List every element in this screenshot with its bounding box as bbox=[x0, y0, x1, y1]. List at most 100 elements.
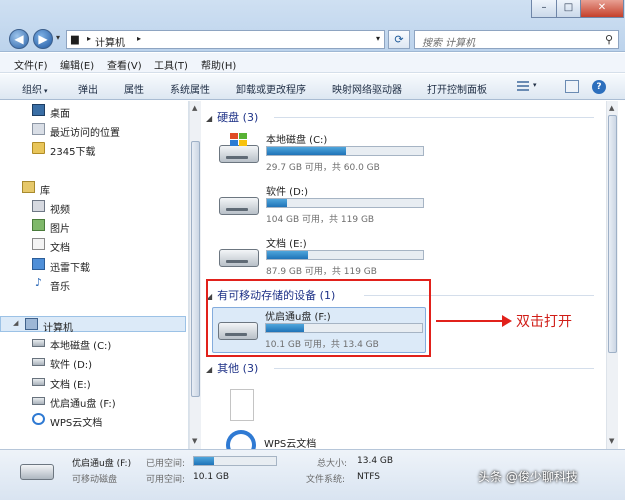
sidebar-item-recent[interactable]: 最近访问的位置 bbox=[0, 122, 186, 139]
uninstall-program-button[interactable]: 卸载或更改程序 bbox=[236, 81, 306, 96]
history-dropdown-icon[interactable]: ▾ bbox=[56, 33, 60, 42]
group-header-other[interactable]: ◢ 其他 (3) bbox=[206, 360, 258, 376]
scrollbar-thumb[interactable] bbox=[191, 141, 200, 397]
scrollbar-thumb[interactable] bbox=[608, 115, 617, 353]
drive-name: 软件 (D:) bbox=[266, 187, 309, 198]
annotation-text: 双击打开 bbox=[516, 314, 572, 330]
sidebar-item-libraries[interactable]: 库 bbox=[0, 180, 186, 197]
sidebar-item-2345-download[interactable]: 2345下载 bbox=[0, 141, 186, 158]
eject-button[interactable]: 弹出 bbox=[78, 81, 98, 96]
sidebar-item-thunder-download[interactable]: 迅雷下载 bbox=[0, 257, 186, 274]
sidebar-item-drive-d[interactable]: 软件 (D:) bbox=[0, 354, 186, 371]
forward-button[interactable]: ▶ bbox=[33, 29, 53, 49]
wps-cloud-logo-icon[interactable] bbox=[226, 430, 256, 449]
content-scrollbar[interactable]: ▲ ▼ bbox=[606, 101, 618, 449]
status-total-label: 总大小: bbox=[317, 459, 348, 469]
sidebar-item-label: 文档 bbox=[50, 243, 70, 254]
sidebar-item-drive-c[interactable]: 本地磁盘 (C:) bbox=[0, 335, 186, 352]
wps-cloud-item-label[interactable]: WPS云文档 bbox=[264, 435, 316, 449]
menu-help[interactable]: 帮助(H) bbox=[201, 57, 236, 72]
sidebar-item-videos[interactable]: 视频 bbox=[0, 199, 186, 216]
search-icon[interactable]: ⚲ bbox=[605, 33, 613, 46]
status-total-value: 13.4 GB bbox=[357, 456, 394, 466]
sidebar-item-music[interactable]: ♪ 音乐 bbox=[0, 276, 186, 293]
collapse-arrow-icon[interactable]: ◢ bbox=[206, 365, 212, 374]
recent-places-icon bbox=[32, 123, 45, 135]
menu-file[interactable]: 文件(F) bbox=[14, 57, 48, 72]
map-network-drive-button[interactable]: 映射网络驱动器 bbox=[332, 81, 402, 96]
group-header-hard-drives[interactable]: ◢ 硬盘 (3) bbox=[206, 109, 258, 125]
address-bar[interactable]: ▆ ▸ 计算机 ▸ ▾ bbox=[66, 30, 385, 49]
open-control-panel-button[interactable]: 打开控制面板 bbox=[427, 81, 487, 96]
preview-pane-icon[interactable] bbox=[565, 80, 579, 93]
sidebar-item-documents[interactable]: 文档 bbox=[0, 237, 186, 254]
close-button[interactable]: ✕ bbox=[581, 0, 623, 17]
view-dropdown-icon[interactable]: ▾ bbox=[533, 81, 537, 89]
sidebar-scrollbar[interactable]: ▲ ▼ bbox=[189, 101, 201, 449]
status-usage-bar bbox=[193, 456, 277, 466]
sidebar-item-label: 迅雷下载 bbox=[50, 263, 90, 274]
menu-tools[interactable]: 工具(T) bbox=[154, 57, 188, 72]
system-properties-button[interactable]: 系统属性 bbox=[170, 81, 210, 96]
change-view-icon[interactable] bbox=[517, 81, 529, 92]
drive-item-e[interactable]: 文档 (E:) 87.9 GB 可用，共 119 GB bbox=[214, 235, 434, 279]
scroll-down-icon[interactable]: ▼ bbox=[609, 437, 614, 445]
folder-icon bbox=[32, 142, 45, 154]
minimize-button[interactable]: – bbox=[532, 0, 557, 17]
drive-space-info: 104 GB 可用，共 119 GB bbox=[266, 215, 375, 225]
drive-space-info: 87.9 GB 可用，共 119 GB bbox=[266, 267, 377, 277]
scroll-up-icon[interactable]: ▲ bbox=[192, 104, 197, 112]
collapse-arrow-icon[interactable]: ◢ bbox=[206, 114, 212, 123]
help-icon[interactable]: ? bbox=[592, 80, 606, 94]
title-bar: – □ ✕ ◀ ▶ ▾ ▆ ▸ 计算机 ▸ ▾ ⟳ 搜索 计算机 ⚲ bbox=[0, 0, 625, 52]
search-placeholder: 搜索 计算机 bbox=[422, 38, 476, 49]
refresh-button[interactable]: ⟳ bbox=[388, 30, 410, 49]
breadcrumb-computer[interactable]: 计算机 bbox=[95, 34, 125, 49]
organize-button[interactable]: 组织 ▾ bbox=[22, 81, 48, 96]
sidebar-item-label: 图片 bbox=[50, 224, 70, 235]
status-usage-fill bbox=[194, 457, 215, 465]
breadcrumb-separator-icon[interactable]: ▸ bbox=[137, 34, 141, 43]
scroll-up-icon[interactable]: ▲ bbox=[609, 104, 614, 112]
sidebar-item-drive-e[interactable]: 文档 (E:) bbox=[0, 374, 186, 391]
drive-icon bbox=[32, 358, 45, 366]
collapse-arrow-icon[interactable]: ◢ bbox=[13, 319, 18, 327]
sidebar-item-pictures[interactable]: 图片 bbox=[0, 218, 186, 235]
status-fs-label: 文件系统: bbox=[306, 475, 346, 485]
sidebar-item-wps-cloud[interactable]: WPS云文档 bbox=[0, 412, 186, 429]
drive-name: 本地磁盘 (C:) bbox=[266, 135, 328, 146]
annotation-arrow bbox=[436, 320, 506, 322]
breadcrumb-separator-icon[interactable]: ▸ bbox=[87, 34, 91, 43]
group-divider bbox=[274, 117, 594, 118]
usage-bar bbox=[266, 198, 424, 208]
drive-item-d[interactable]: 软件 (D:) 104 GB 可用，共 119 GB bbox=[214, 183, 434, 227]
search-input[interactable]: 搜索 计算机 ⚲ bbox=[414, 30, 619, 49]
organize-label: 组织 bbox=[22, 85, 42, 96]
menu-edit[interactable]: 编辑(E) bbox=[60, 57, 94, 72]
sidebar-item-drive-f[interactable]: 优启通u盘 (F:) bbox=[0, 393, 186, 410]
chevron-down-icon: ▾ bbox=[44, 87, 48, 95]
back-button[interactable]: ◀ bbox=[9, 29, 29, 49]
wps-cloud-icon bbox=[32, 413, 45, 425]
blank-file-icon[interactable] bbox=[230, 389, 254, 421]
status-drive-name: 优启通u盘 (F:) bbox=[72, 459, 132, 469]
sidebar-item-label: 本地磁盘 (C:) bbox=[50, 341, 112, 352]
sidebar-item-label: 音乐 bbox=[50, 282, 70, 293]
usb-drive-icon bbox=[32, 397, 45, 405]
usb-drive-icon bbox=[20, 464, 54, 480]
usage-fill bbox=[267, 199, 287, 207]
music-note-icon: ♪ bbox=[32, 277, 45, 289]
drive-item-c[interactable]: 本地磁盘 (C:) 29.7 GB 可用，共 60.0 GB bbox=[214, 131, 434, 175]
desktop-icon bbox=[32, 104, 45, 116]
picture-icon bbox=[32, 219, 45, 231]
menu-view[interactable]: 查看(V) bbox=[107, 57, 142, 72]
sidebar-item-computer[interactable]: ◢ 计算机 bbox=[0, 316, 186, 334]
sidebar-item-desktop[interactable]: 桌面 bbox=[0, 103, 186, 120]
maximize-button[interactable]: □ bbox=[557, 0, 581, 17]
properties-button[interactable]: 属性 bbox=[124, 81, 144, 96]
scroll-down-icon[interactable]: ▼ bbox=[192, 437, 197, 445]
sidebar-item-label: 视频 bbox=[50, 205, 70, 216]
sidebar-item-label: 库 bbox=[40, 186, 50, 197]
address-dropdown-icon[interactable]: ▾ bbox=[376, 34, 380, 43]
usage-fill bbox=[267, 251, 308, 259]
